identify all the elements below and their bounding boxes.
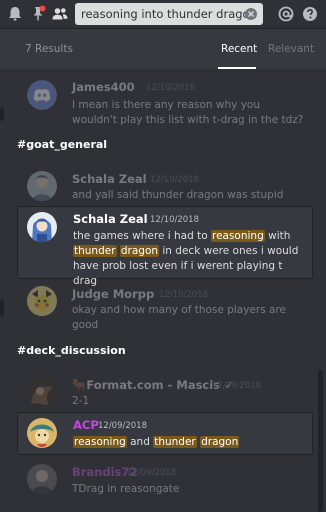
user-avatar[interactable] [27, 286, 57, 316]
message-author[interactable]: Schala Zeal [73, 212, 148, 226]
message-content: reasoning and thunder dragon [73, 435, 307, 450]
members-icon[interactable] [50, 4, 70, 24]
search-highlight: reasoning [73, 436, 127, 448]
search-results-panel: reasoning into thunder dragon 7 Results … [0, 0, 326, 512]
message-content: I mean is there any reason why you would… [72, 99, 304, 126]
search-highlight: dragon [200, 436, 240, 448]
top-toolbar: reasoning into thunder dragon [0, 0, 326, 29]
message-content: 2-1 [72, 395, 90, 407]
discord-avatar-icon [27, 80, 57, 110]
search-highlight: thunder [153, 436, 197, 448]
message-timestamp: 12/09/2018 [212, 381, 261, 391]
message-author[interactable]: James400 [72, 80, 135, 94]
search-highlight: reasoning [210, 230, 265, 242]
content-text: the games where i had to [73, 230, 211, 242]
search-input[interactable]: reasoning into thunder dragon [75, 3, 263, 25]
user-avatar[interactable] [27, 212, 57, 242]
message-content: TDrag in reasongate [72, 483, 180, 495]
context-message[interactable]: Schala Zeal 12/10/2018 and yall said thu… [17, 168, 313, 204]
message-timestamp: 12/09/2018 [127, 468, 176, 478]
message-author[interactable]: Judge Morpp [72, 287, 154, 301]
content-text: with [264, 230, 291, 242]
user-avatar[interactable] [27, 171, 57, 201]
message-timestamp: 12/09/2018 [98, 421, 147, 431]
help-icon[interactable] [300, 4, 320, 24]
message-content: and yall said thunder dragon was stupid [72, 189, 284, 201]
user-avatar[interactable] [27, 418, 57, 448]
message-timestamp: 12/10/2018 [150, 215, 199, 225]
channel-name[interactable]: #deck_discussion [17, 344, 126, 357]
mention-icon[interactable] [276, 4, 296, 24]
user-avatar[interactable] [27, 377, 57, 407]
message-timestamp: 12/10/2018 [146, 83, 195, 93]
tab-recent[interactable]: Recent [221, 43, 257, 55]
message-author[interactable]: ACP [73, 418, 99, 432]
bell-icon[interactable] [5, 4, 25, 24]
message-timestamp: 12/10/2018 [150, 175, 199, 185]
context-message[interactable]: Judge Morpp 12/10/2018 okay and how many… [17, 283, 313, 331]
message-content: the games where i had to reasoning with … [73, 229, 307, 289]
channel-name[interactable]: #goat_general [17, 138, 107, 151]
context-message[interactable]: James400 12/10/2018 I mean is there any … [17, 74, 313, 126]
message-timestamp: 12/10/2018 [159, 290, 208, 300]
search-result-message[interactable]: ACP 12/09/2018 reasoning and thunder dra… [17, 412, 313, 455]
search-highlight: thunder [73, 245, 117, 257]
results-count: 7 Results [25, 43, 73, 55]
left-scroll-marker [0, 107, 4, 121]
search-highlight: dragon [119, 245, 160, 257]
clear-search-icon[interactable] [245, 8, 257, 20]
search-query-text: reasoning into thunder dragon [81, 7, 257, 21]
tab-relevant[interactable]: Relevant [268, 43, 314, 55]
results-header: 7 Results Recent Relevant [0, 29, 326, 69]
context-message[interactable]: Brandis72 12/09/2018 TDrag in reasongate [17, 459, 313, 499]
left-scroll-marker [0, 299, 4, 317]
content-text: and [126, 436, 154, 448]
search-result-message[interactable]: Schala Zeal 12/10/2018 the games where i… [17, 206, 313, 287]
pin-icon[interactable] [28, 4, 48, 24]
message-author[interactable]: Schala Zeal [72, 172, 147, 186]
user-avatar[interactable] [27, 464, 57, 494]
results-list[interactable]: James400 12/10/2018 I mean is there any … [0, 69, 326, 512]
scrollbar-thumb[interactable] [318, 370, 323, 512]
message-author[interactable]: 🐂Format.com - Mascis ✓ [72, 378, 234, 392]
message-content: okay and how many of those players are g… [72, 304, 286, 331]
context-message[interactable]: 🐂Format.com - Mascis ✓ 12/09/2018 2-1 [17, 374, 313, 410]
